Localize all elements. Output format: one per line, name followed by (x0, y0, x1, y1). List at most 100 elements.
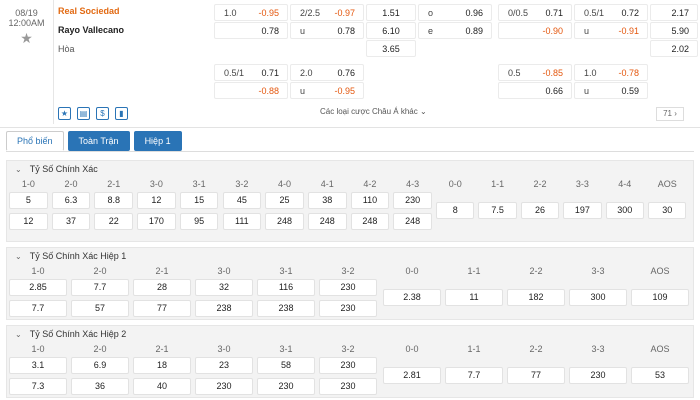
away-score-odds[interactable]: 37 (51, 213, 91, 230)
odds-cell[interactable]: 5.90 (650, 22, 698, 39)
away-score-odds[interactable]: 57 (71, 300, 129, 317)
odds-cell[interactable]: 1.0 -0.95 (214, 4, 288, 21)
odds-cell[interactable]: 3.65 (366, 40, 416, 57)
odds-cell[interactable]: 0.78 (214, 22, 288, 39)
home-score-odds[interactable]: 110 (350, 192, 390, 209)
draw-score-odds[interactable]: 7.7 (445, 367, 503, 384)
stats-icon[interactable]: ▤ (77, 107, 90, 120)
draw-score-odds[interactable]: 230 (569, 367, 627, 384)
home-score-odds[interactable]: 32 (195, 279, 253, 296)
favorite-icon[interactable]: ★ (58, 107, 71, 120)
away-score-odds[interactable]: 230 (319, 300, 377, 317)
home-score-odds[interactable]: 7.7 (71, 279, 129, 296)
odds-cell[interactable]: -0.90 (498, 22, 572, 39)
away-score-odds[interactable]: 36 (71, 378, 129, 395)
tab-popular[interactable]: Phổ biến (6, 131, 64, 151)
odds-cell[interactable]: 6.10 (366, 22, 416, 39)
away-score-odds[interactable]: 248 (307, 213, 347, 230)
score-label: 2-0 (93, 344, 107, 354)
home-score-odds[interactable]: 12 (137, 192, 176, 209)
draw-score-odds[interactable]: 300 (569, 289, 627, 306)
chart-icon[interactable]: ▮ (115, 107, 128, 120)
home-score-odds[interactable]: 28 (133, 279, 191, 296)
away-score-odds[interactable]: 7.3 (9, 378, 67, 395)
tab-half1[interactable]: Hiệp 1 (133, 131, 182, 151)
home-team[interactable]: Real Sociedad (58, 4, 208, 23)
home-score-odds[interactable]: 3.1 (9, 357, 67, 374)
away-score-odds[interactable]: 230 (319, 378, 377, 395)
draw-score-odds[interactable]: 26 (520, 202, 560, 219)
home-score-odds[interactable]: 18 (133, 357, 191, 374)
home-score-odds[interactable]: 23 (195, 357, 253, 374)
odds-cell[interactable]: u 0.59 (574, 82, 648, 99)
odds-cell[interactable]: 1.0 -0.78 (574, 64, 648, 81)
odds-cell[interactable]: u 0.78 (290, 22, 364, 39)
home-score-odds[interactable]: 25 (265, 192, 304, 209)
away-score-odds[interactable]: 230 (257, 378, 315, 395)
section-title[interactable]: ⌄ Tỷ Số Chính Xác Hiệp 1 (7, 248, 693, 264)
odds-cell[interactable]: 0.5 -0.85 (498, 64, 572, 81)
home-score-odds[interactable]: 58 (257, 357, 315, 374)
away-score-odds[interactable]: 170 (137, 213, 176, 230)
away-score-odds[interactable]: 40 (133, 378, 191, 395)
draw-score-odds[interactable]: 109 (631, 289, 689, 306)
away-score-odds[interactable]: 248 (393, 213, 432, 230)
odds-cell[interactable]: 1.51 (366, 4, 416, 21)
odds-cell[interactable]: 2.17 (650, 4, 698, 21)
away-score-odds[interactable]: 230 (195, 378, 253, 395)
home-score-odds[interactable]: 5 (9, 192, 48, 209)
dollar-icon[interactable]: $ (96, 107, 109, 120)
odds-cell[interactable]: -0.88 (214, 82, 288, 99)
star-icon[interactable]: ★ (0, 30, 53, 47)
home-score-odds[interactable]: 45 (222, 192, 262, 209)
away-score-odds[interactable]: 238 (195, 300, 253, 317)
home-score-odds[interactable]: 230 (393, 192, 432, 209)
away-score-odds[interactable]: 7.7 (9, 300, 67, 317)
odds-cell[interactable]: 0.66 (498, 82, 572, 99)
draw-score-odds[interactable]: 2.81 (383, 367, 441, 384)
odds-cell[interactable]: 0/0.5 0.71 (498, 4, 572, 21)
draw-score-odds[interactable]: 30 (648, 202, 687, 219)
home-score-odds[interactable]: 38 (307, 192, 347, 209)
away-score-odds[interactable]: 77 (133, 300, 191, 317)
home-score-odds[interactable]: 2.85 (9, 279, 67, 296)
odds-cell[interactable]: 0.5/1 0.72 (574, 4, 648, 21)
away-score-odds[interactable]: 248 (350, 213, 390, 230)
draw-score-odds[interactable]: 77 (507, 367, 565, 384)
draw-score-odds[interactable]: 182 (507, 289, 565, 306)
away-score-odds[interactable]: 111 (222, 213, 262, 230)
draw-score-odds[interactable]: 53 (631, 367, 689, 384)
odds-cell[interactable]: u -0.91 (574, 22, 648, 39)
home-score-odds[interactable]: 230 (319, 279, 377, 296)
odds-cell[interactable]: o 0.96 (418, 4, 492, 21)
odds-cell[interactable]: e 0.89 (418, 22, 492, 39)
more-count[interactable]: 71 › (656, 107, 684, 121)
odds-cell[interactable]: 2.0 0.76 (290, 64, 364, 81)
home-score-odds[interactable]: 116 (257, 279, 315, 296)
home-score-odds[interactable]: 15 (179, 192, 219, 209)
home-score-odds[interactable]: 230 (319, 357, 377, 374)
section-title[interactable]: ⌄ Tỷ Số Chính Xác (7, 161, 693, 177)
home-score-odds[interactable]: 6.3 (51, 192, 91, 209)
odds-cell[interactable]: u -0.95 (290, 82, 364, 99)
home-score-odds[interactable]: 8.8 (94, 192, 134, 209)
draw-score-odds[interactable]: 2.38 (383, 289, 441, 306)
draw-score-odds[interactable]: 11 (445, 289, 503, 306)
away-team[interactable]: Rayo Vallecano (58, 23, 208, 42)
away-score-odds[interactable]: 22 (94, 213, 134, 230)
draw-score-odds[interactable]: 8 (436, 202, 475, 219)
odds-cell[interactable]: 0.5/1 0.71 (214, 64, 288, 81)
draw-score-odds[interactable]: 7.5 (478, 202, 517, 219)
more-bets-link[interactable]: Các loại cược Châu Á khác ⌄ (320, 107, 427, 116)
section-title[interactable]: ⌄ Tỷ Số Chính Xác Hiệp 2 (7, 326, 693, 342)
away-score-odds[interactable]: 248 (265, 213, 304, 230)
odds-cell[interactable]: 2.02 (650, 40, 698, 57)
odds-cell[interactable]: 2/2.5 -0.97 (290, 4, 364, 21)
home-score-odds[interactable]: 6.9 (71, 357, 129, 374)
away-score-odds[interactable]: 12 (9, 213, 48, 230)
away-score-odds[interactable]: 238 (257, 300, 315, 317)
tab-fulltime[interactable]: Toàn Trận (67, 131, 130, 151)
draw-score-odds[interactable]: 197 (563, 202, 602, 219)
draw-score-odds[interactable]: 300 (605, 202, 644, 219)
away-score-odds[interactable]: 95 (179, 213, 219, 230)
